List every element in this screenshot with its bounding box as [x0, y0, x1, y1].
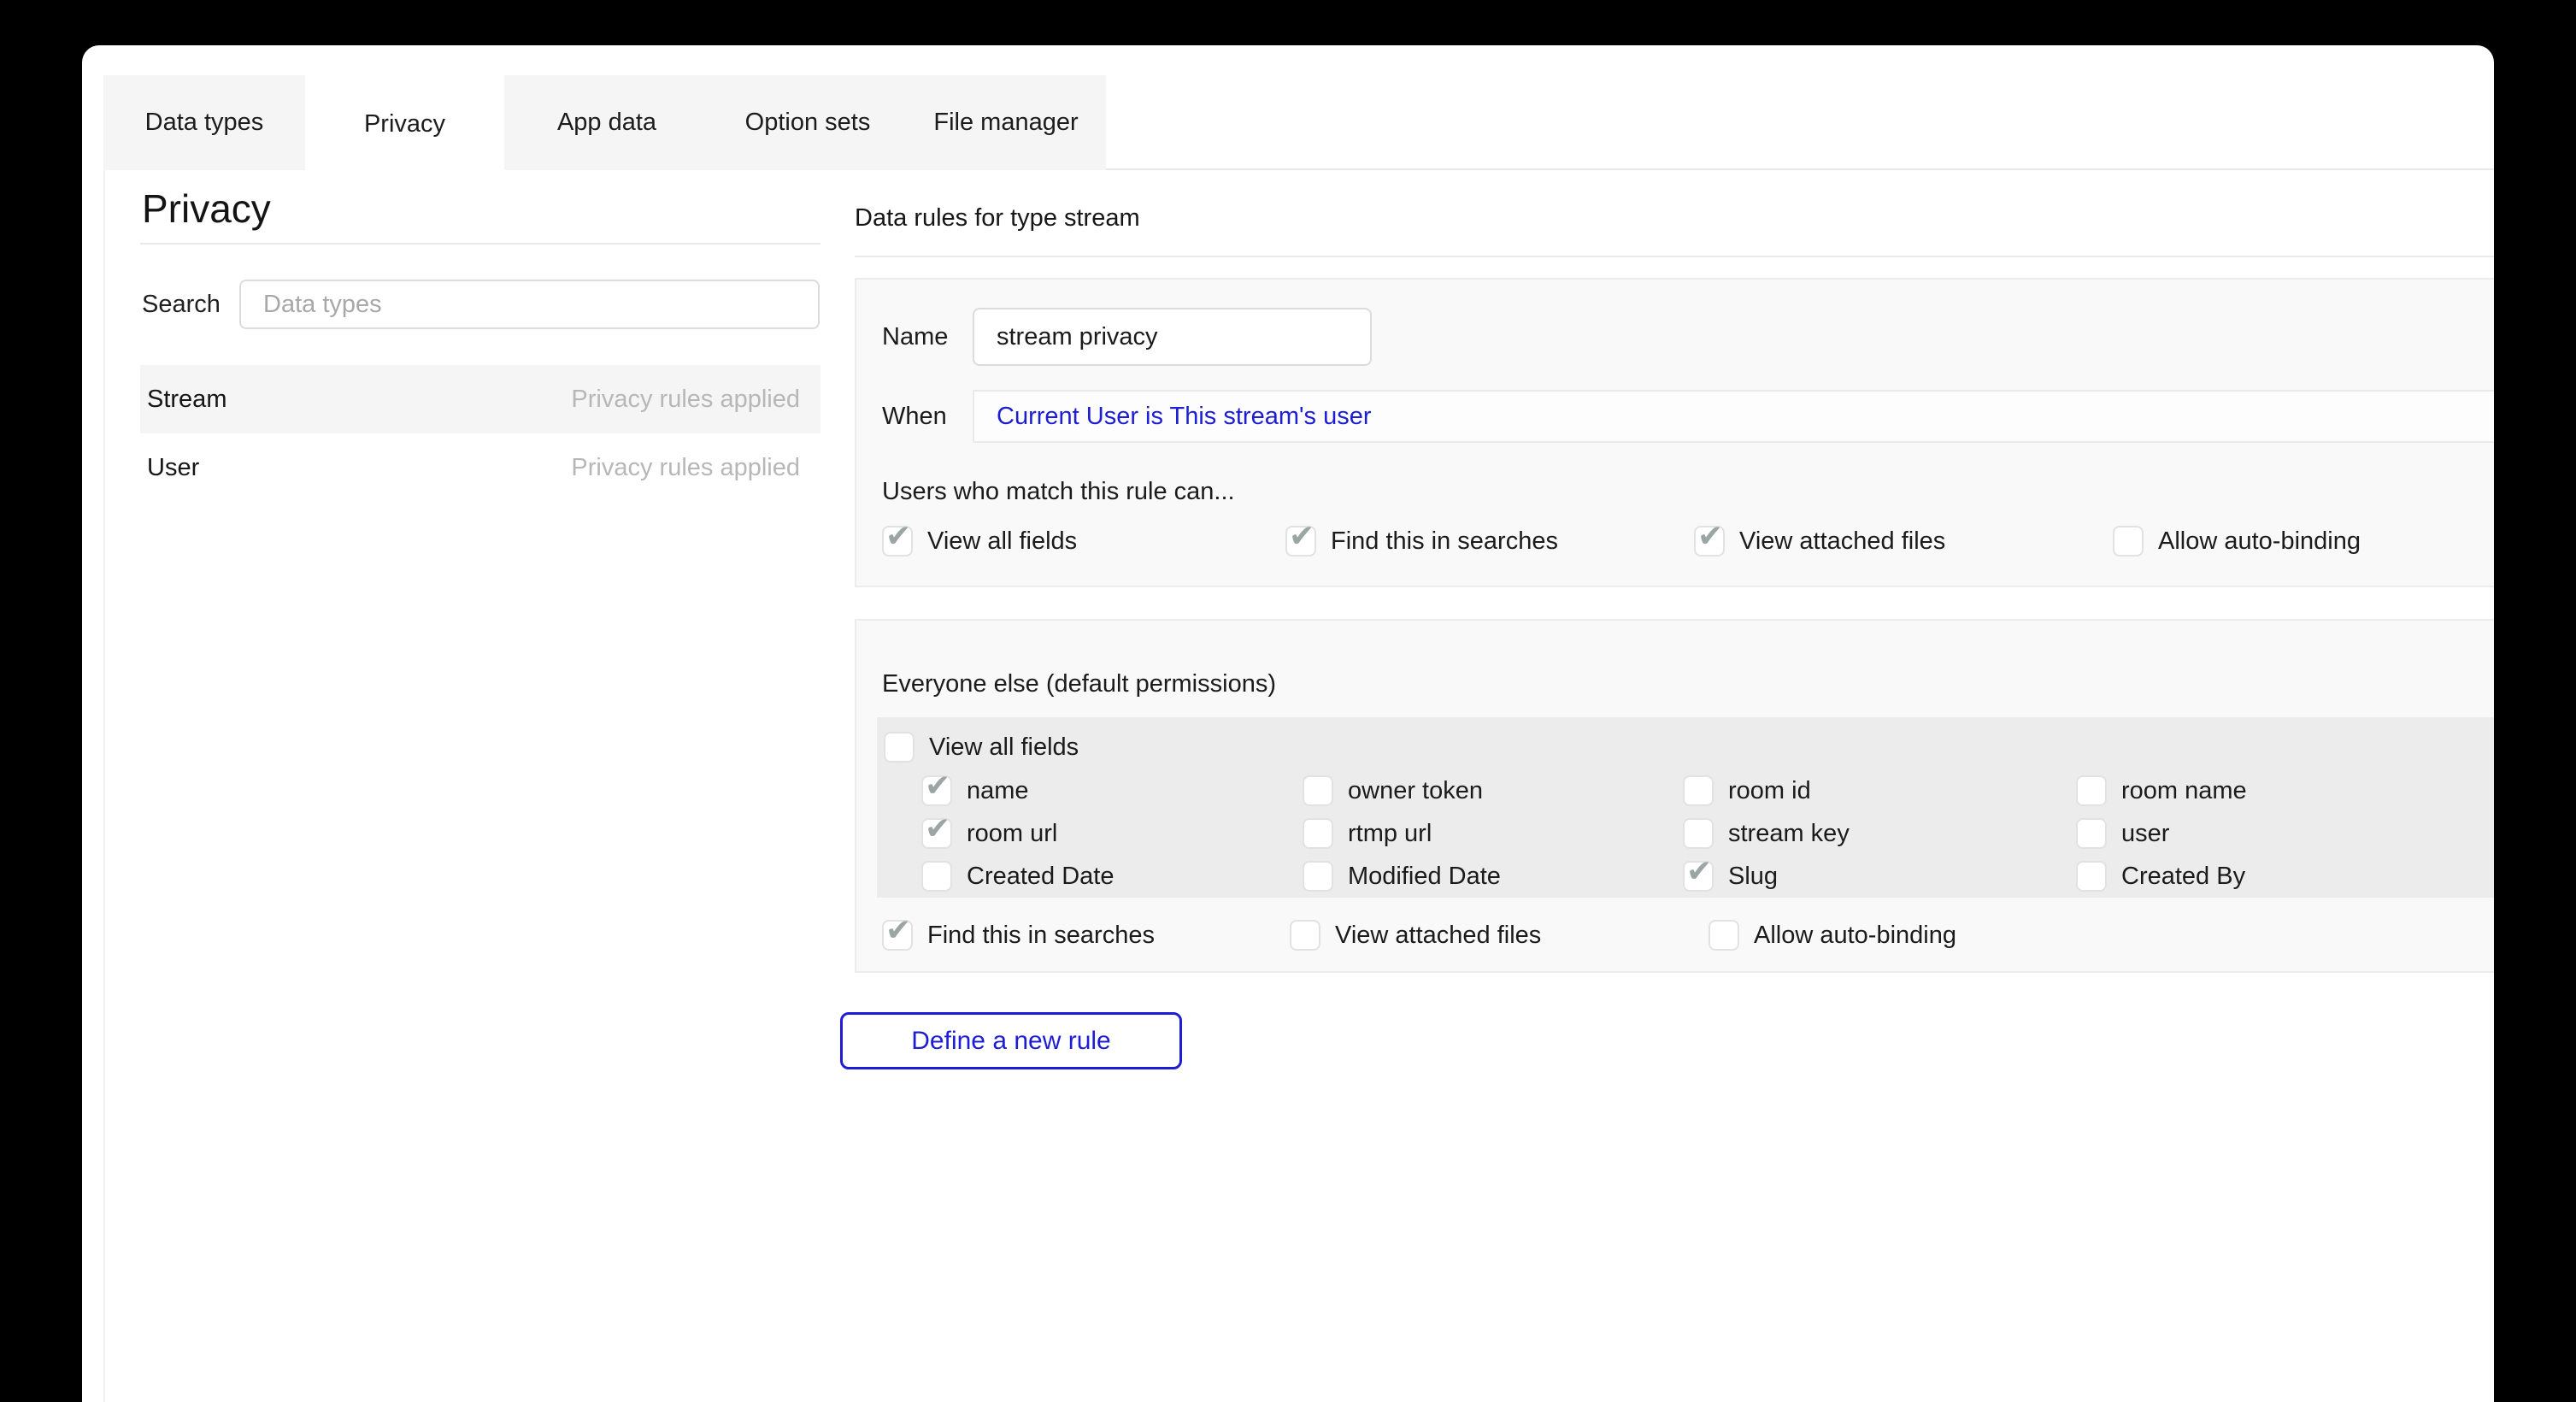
- checkbox-field-stream-key[interactable]: ✔ stream key: [1683, 816, 1850, 851]
- rule-name-input[interactable]: [973, 308, 1372, 366]
- check-icon: ✔: [925, 813, 950, 844]
- checkbox-view-all-fields[interactable]: ✔ View all fields: [882, 524, 1077, 558]
- checkbox-box[interactable]: ✔: [1709, 920, 1739, 951]
- default-permissions-panel: Everyone else (default permissions) ✔ Vi…: [855, 619, 2494, 973]
- checkbox-field-slug[interactable]: ✔ Slug: [1683, 859, 1778, 893]
- content-left-border: [103, 170, 105, 1402]
- sidebar-title-divider: [140, 243, 820, 244]
- checkbox-label: View attached files: [1739, 527, 1945, 556]
- checkbox-label: name: [967, 777, 1029, 805]
- app-window: Data types Privacy App data Option sets …: [82, 45, 2494, 1402]
- check-icon: ✔: [885, 521, 911, 551]
- checkbox-box[interactable]: ✔: [2076, 818, 2107, 849]
- rules-title: Data rules for type stream: [855, 203, 1140, 233]
- rules-title-divider: [855, 256, 2494, 257]
- checkbox-find-in-searches[interactable]: ✔ Find this in searches: [882, 918, 1155, 952]
- define-new-rule-button[interactable]: Define a new rule: [840, 1012, 1182, 1069]
- checkbox-box[interactable]: ✔: [2076, 861, 2107, 892]
- check-icon: ✔: [1697, 521, 1723, 551]
- checkbox-box[interactable]: ✔: [1303, 775, 1333, 806]
- checkbox-label: Allow auto-binding: [1754, 922, 1956, 950]
- list-item-stream[interactable]: Stream Privacy rules applied: [140, 365, 820, 433]
- when-condition-link[interactable]: Current User is This stream's user: [997, 403, 1372, 431]
- check-icon: ✔: [1289, 521, 1314, 551]
- checkbox-view-attached-files[interactable]: ✔ View attached files: [1290, 918, 1541, 952]
- fields-box: ✔ View all fields ✔ name ✔ owner token ✔…: [877, 717, 2494, 898]
- checkbox-field-user[interactable]: ✔ user: [2076, 816, 2169, 851]
- check-icon: ✔: [885, 915, 911, 945]
- checkbox-box[interactable]: ✔: [921, 775, 952, 806]
- checkbox-field-room-name[interactable]: ✔ room name: [2076, 774, 2247, 808]
- checkbox-view-attached-files[interactable]: ✔ View attached files: [1694, 524, 1945, 558]
- checkbox-field-room-id[interactable]: ✔ room id: [1683, 774, 1811, 808]
- checkbox-field-created-by[interactable]: ✔ Created By: [2076, 859, 2245, 893]
- checkbox-label: owner token: [1348, 777, 1483, 805]
- checkbox-box[interactable]: ✔: [884, 732, 915, 763]
- tab-app-data[interactable]: App data: [504, 75, 709, 170]
- tab-data-types[interactable]: Data types: [103, 75, 305, 170]
- checkbox-label: Created Date: [967, 863, 1115, 891]
- permissions-intro: Users who match this rule can...: [882, 478, 1235, 506]
- data-type-name: Stream: [147, 386, 226, 414]
- checkbox-field-created-date[interactable]: ✔ Created Date: [921, 859, 1115, 893]
- checkbox-box[interactable]: ✔: [921, 861, 952, 892]
- checkbox-view-all-fields[interactable]: ✔ View all fields: [884, 730, 1079, 764]
- name-label: Name: [882, 308, 948, 366]
- rule-panel: Name When Current User is This stream's …: [855, 278, 2494, 587]
- tab-option-sets[interactable]: Option sets: [709, 75, 906, 170]
- checkbox-label: Created By: [2121, 863, 2245, 891]
- checkbox-box[interactable]: ✔: [2076, 775, 2107, 806]
- checkbox-field-name[interactable]: ✔ name: [921, 774, 1029, 808]
- tab-bar: Data types Privacy App data Option sets …: [103, 75, 1106, 170]
- checkbox-label: room id: [1728, 777, 1811, 805]
- data-type-list: Stream Privacy rules applied User Privac…: [140, 365, 820, 502]
- checkbox-field-owner-token[interactable]: ✔ owner token: [1303, 774, 1483, 808]
- checkbox-label: Find this in searches: [1331, 527, 1558, 556]
- checkbox-box[interactable]: ✔: [1290, 920, 1320, 951]
- when-label: When: [882, 390, 947, 443]
- checkbox-label: View attached files: [1335, 922, 1541, 950]
- list-item-user[interactable]: User Privacy rules applied: [140, 433, 820, 502]
- page-title: Privacy: [142, 185, 271, 233]
- checkbox-box[interactable]: ✔: [921, 818, 952, 849]
- checkbox-box[interactable]: ✔: [1683, 818, 1714, 849]
- checkbox-field-modified-date[interactable]: ✔ Modified Date: [1303, 859, 1501, 893]
- checkbox-box[interactable]: ✔: [882, 920, 913, 951]
- check-icon: ✔: [925, 770, 950, 801]
- checkbox-label: View all fields: [929, 733, 1079, 762]
- check-icon: ✔: [1686, 856, 1712, 887]
- when-condition-box: Current User is This stream's user: [973, 390, 2494, 443]
- checkbox-label: Slug: [1728, 863, 1778, 891]
- checkbox-label: stream key: [1728, 820, 1850, 848]
- search-input[interactable]: [239, 280, 820, 329]
- privacy-status: Privacy rules applied: [571, 454, 800, 482]
- checkbox-label: user: [2121, 820, 2169, 848]
- checkbox-label: room name: [2121, 777, 2247, 805]
- checkbox-box[interactable]: ✔: [1303, 818, 1333, 849]
- tab-privacy[interactable]: Privacy: [305, 75, 504, 174]
- data-type-name: User: [147, 454, 199, 482]
- checkbox-find-in-searches[interactable]: ✔ Find this in searches: [1285, 524, 1558, 558]
- checkbox-label: Allow auto-binding: [2158, 527, 2361, 556]
- privacy-status: Privacy rules applied: [571, 386, 800, 414]
- search-label: Search: [142, 280, 221, 329]
- default-permissions-title: Everyone else (default permissions): [882, 669, 1276, 699]
- checkbox-box[interactable]: ✔: [2113, 526, 2144, 557]
- checkbox-box[interactable]: ✔: [882, 526, 913, 557]
- checkbox-box[interactable]: ✔: [1303, 861, 1333, 892]
- checkbox-field-rtmp-url[interactable]: ✔ rtmp url: [1303, 816, 1432, 851]
- checkbox-box[interactable]: ✔: [1683, 861, 1714, 892]
- checkbox-label: rtmp url: [1348, 820, 1432, 848]
- checkbox-label: Modified Date: [1348, 863, 1501, 891]
- checkbox-field-room-url[interactable]: ✔ room url: [921, 816, 1057, 851]
- checkbox-label: Find this in searches: [927, 922, 1155, 950]
- checkbox-label: View all fields: [927, 527, 1077, 556]
- checkbox-allow-auto-binding[interactable]: ✔ Allow auto-binding: [2113, 524, 2361, 558]
- checkbox-box[interactable]: ✔: [1694, 526, 1725, 557]
- checkbox-box[interactable]: ✔: [1683, 775, 1714, 806]
- checkbox-allow-auto-binding[interactable]: ✔ Allow auto-binding: [1709, 918, 1956, 952]
- tab-file-manager[interactable]: File manager: [906, 75, 1106, 170]
- checkbox-box[interactable]: ✔: [1285, 526, 1316, 557]
- checkbox-label: room url: [967, 820, 1057, 848]
